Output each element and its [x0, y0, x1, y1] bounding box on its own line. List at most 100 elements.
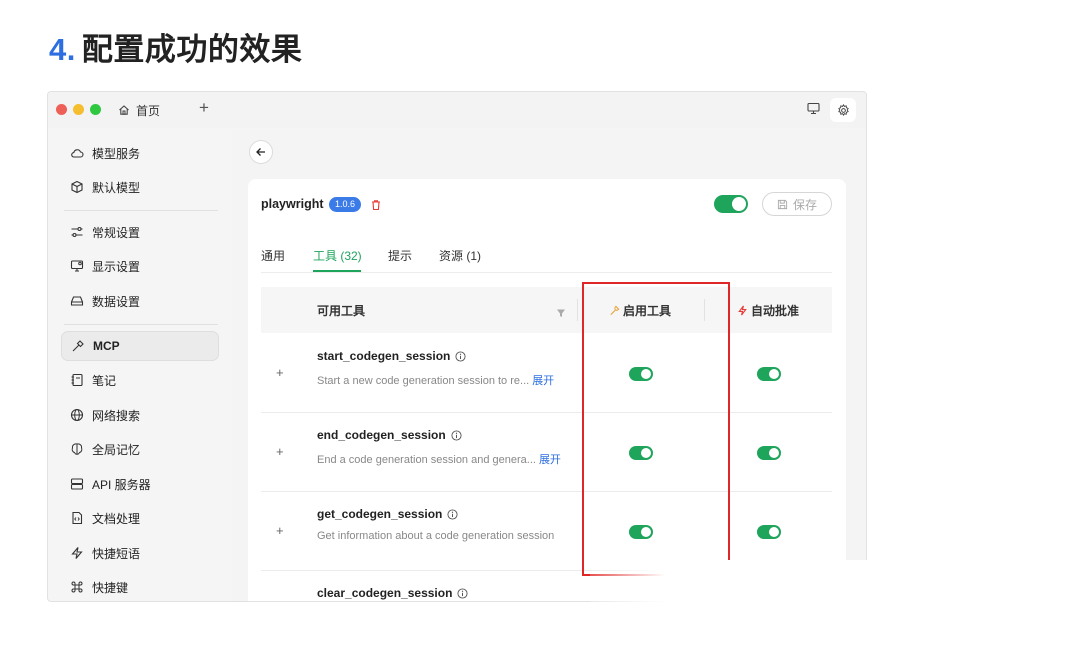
tool-name-text: clear_codegen_session [317, 586, 453, 600]
cube-icon [71, 180, 83, 194]
sidebar-item-general-settings[interactable]: 常规设置 [61, 217, 219, 247]
active-tab-indicator [313, 270, 361, 272]
tab-tools[interactable]: 工具 (32) [313, 247, 362, 264]
back-button[interactable] [249, 140, 273, 164]
info-icon[interactable] [447, 508, 458, 520]
sidebar-item-mcp[interactable]: MCP [61, 331, 219, 361]
expand-link[interactable]: 展开 [539, 454, 561, 466]
auto-approve-toggle[interactable] [757, 367, 781, 381]
column-divider [577, 299, 578, 321]
sidebar-item-label: 模型服务 [92, 146, 141, 161]
tab-resources[interactable]: 资源 (1) [439, 247, 481, 264]
close-window-button[interactable] [56, 104, 67, 115]
new-tab-button[interactable]: + [199, 98, 209, 118]
title-bar: 首页 + [48, 92, 866, 128]
auto-approve-toggle[interactable] [757, 525, 781, 539]
filter-icon[interactable] [556, 305, 566, 323]
tool-name: get_codegen_session [317, 507, 458, 521]
table-row: + start_codegen_session Start a new code… [261, 334, 832, 413]
settings-gear-icon[interactable] [830, 98, 856, 122]
display-icon [70, 260, 84, 272]
column-header-label: 可用工具 [317, 304, 366, 318]
sidebar-divider [64, 210, 218, 211]
zap-icon [71, 547, 83, 559]
arrow-left-icon [256, 148, 265, 156]
column-header-tool: 可用工具 [317, 302, 365, 319]
tool-name-text: get_codegen_session [317, 507, 443, 521]
command-icon [71, 581, 83, 593]
brain-icon [71, 443, 83, 455]
monitor-icon[interactable] [807, 102, 820, 120]
expand-row-button[interactable]: + [276, 523, 284, 538]
hammer-icon [72, 340, 84, 352]
heading-title: 配置成功的效果 [81, 32, 303, 67]
sidebar-item-display-settings[interactable]: 显示设置 [61, 251, 219, 281]
sidebar-item-shortcuts[interactable]: 快捷键 [61, 572, 219, 601]
highlight-box [582, 282, 730, 576]
sidebar-item-api-server[interactable]: API 服务器 [61, 469, 219, 499]
sidebar-item-label: 文档处理 [92, 511, 141, 526]
tools-table-header: 可用工具 启用工具 自动批准 [261, 287, 832, 333]
minimize-window-button[interactable] [73, 104, 84, 115]
tool-name: end_codegen_session [317, 428, 462, 442]
sidebar-item-data-settings[interactable]: 数据设置 [61, 286, 219, 316]
server-enable-toggle[interactable] [714, 195, 748, 213]
sidebar-item-label: 显示设置 [92, 259, 141, 274]
info-icon[interactable] [457, 587, 468, 599]
maximize-window-button[interactable] [90, 104, 101, 115]
tool-name-text: end_codegen_session [317, 428, 446, 442]
save-button-label: 保存 [792, 197, 817, 212]
fade-overlay [590, 560, 890, 660]
sidebar-item-label: 默认模型 [92, 180, 141, 195]
sliders-icon [71, 226, 83, 238]
sidebar-item-default-model[interactable]: 默认模型 [61, 172, 219, 202]
tab-general[interactable]: 通用 [261, 247, 285, 264]
sidebar-item-label: 全局记忆 [92, 442, 141, 457]
app-window: 首页 + 模型服务 默认模型 常规设置 显示设置 数据设置 MCP 笔记 网络搜… [47, 91, 867, 602]
tool-description-text: End a code generation session and genera… [317, 454, 536, 466]
sidebar-item-label: MCP [93, 339, 120, 353]
hard-drive-icon [70, 296, 84, 306]
server-card: playwright 1.0.6 保存 通用 工具 (32) 提示 资源 (1)… [248, 179, 846, 601]
page-heading: 4. 配置成功的效果 [49, 24, 302, 69]
table-row: + end_codegen_session End a code generat… [261, 413, 832, 492]
info-icon[interactable] [451, 429, 462, 441]
tool-description: Get information about a code generation … [317, 530, 554, 542]
tool-name-text: start_codegen_session [317, 349, 451, 363]
trash-icon[interactable] [370, 198, 382, 216]
cloud-icon [71, 149, 84, 158]
sidebar-item-web-search[interactable]: 网络搜索 [61, 400, 219, 430]
sidebar-item-document-processing[interactable]: 文档处理 [61, 503, 219, 533]
expand-link[interactable]: 展开 [532, 375, 554, 387]
home-tab[interactable]: 首页 [118, 101, 160, 119]
version-badge: 1.0.6 [329, 197, 362, 212]
file-code-icon [72, 511, 83, 525]
settings-sidebar: 模型服务 默认模型 常规设置 显示设置 数据设置 MCP 笔记 网络搜索 全局记… [52, 129, 231, 601]
save-button[interactable]: 保存 [762, 192, 832, 216]
tool-description: Start a new code generation session to r… [317, 372, 554, 388]
expand-row-button[interactable]: + [276, 365, 284, 380]
server-icon [70, 478, 84, 490]
heading-number: 4. [49, 32, 76, 67]
zap-icon [738, 305, 747, 316]
sidebar-item-label: API 服务器 [92, 477, 151, 492]
tab-bar: 通用 工具 (32) 提示 资源 (1) [261, 243, 832, 273]
expand-row-button[interactable]: + [276, 444, 284, 459]
sidebar-item-label: 网络搜索 [92, 408, 141, 423]
sidebar-item-label: 笔记 [92, 373, 117, 388]
tool-name: clear_codegen_session [317, 586, 468, 600]
sidebar-item-quick-phrases[interactable]: 快捷短语 [61, 538, 219, 568]
sidebar-item-notes[interactable]: 笔记 [61, 365, 219, 395]
auto-approve-toggle[interactable] [757, 446, 781, 460]
tab-prompts[interactable]: 提示 [388, 247, 412, 264]
sidebar-item-global-memory[interactable]: 全局记忆 [61, 434, 219, 464]
tool-description-text: Start a new code generation session to r… [317, 375, 530, 387]
notebook-icon [71, 373, 83, 387]
tool-description-text: Get information about a code generation … [317, 530, 555, 542]
sidebar-item-model-services[interactable]: 模型服务 [61, 138, 219, 168]
column-header-auto-approve: 自动批准 [737, 302, 799, 319]
sidebar-item-label: 常规设置 [92, 225, 141, 240]
save-icon [777, 199, 788, 209]
info-icon[interactable] [455, 350, 466, 362]
globe-icon [70, 408, 84, 422]
